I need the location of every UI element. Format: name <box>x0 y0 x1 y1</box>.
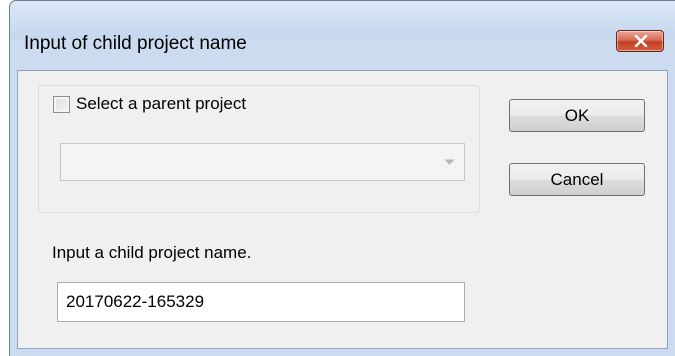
ok-button[interactable]: OK <box>509 99 645 132</box>
child-project-name-field[interactable] <box>57 282 465 322</box>
cancel-button[interactable]: Cancel <box>509 163 645 196</box>
select-parent-label[interactable]: Select a parent project <box>76 94 246 114</box>
close-x-icon <box>634 35 648 47</box>
select-parent-checkbox[interactable] <box>53 95 70 113</box>
parent-project-dropdown[interactable] <box>60 143 465 181</box>
chevron-down-icon <box>444 159 455 165</box>
close-button[interactable] <box>616 30 664 52</box>
dialog-client-area: Select a parent project OK Cancel Input … <box>17 70 668 349</box>
parent-project-toggle[interactable]: Select a parent project <box>53 93 257 115</box>
parent-project-group: Select a parent project <box>38 85 480 213</box>
child-name-prompt: Input a child project name. <box>52 243 252 262</box>
window-title: Input of child project name <box>24 33 247 54</box>
